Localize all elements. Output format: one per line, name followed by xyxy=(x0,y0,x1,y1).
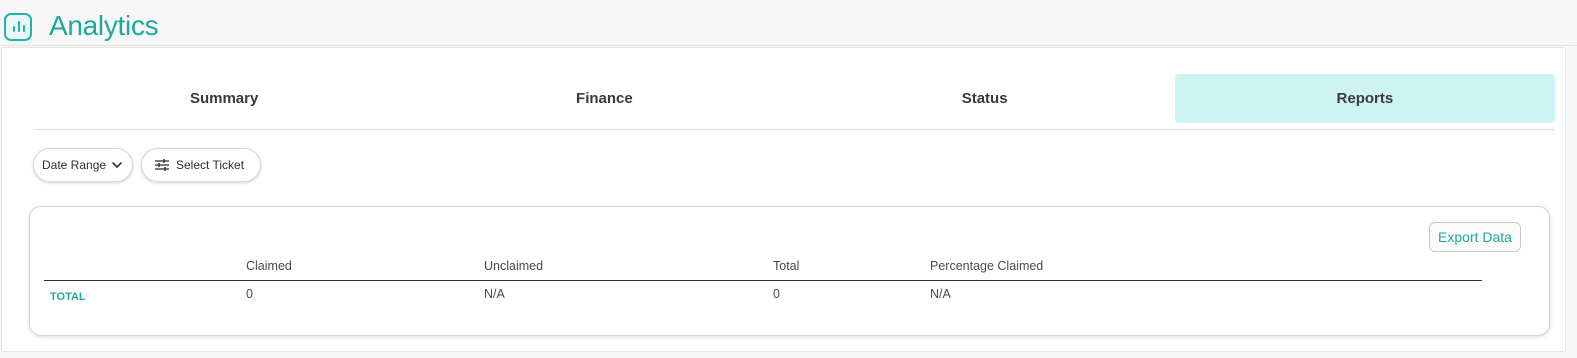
cell-unclaimed: N/A xyxy=(484,287,505,301)
page-title: Analytics xyxy=(49,10,159,41)
page-header: Analytics xyxy=(0,0,1577,46)
cell-total: 0 xyxy=(773,287,780,301)
tab-reports[interactable]: Reports xyxy=(1174,74,1555,123)
date-range-label: Date Range xyxy=(42,158,107,172)
column-header-claimed: Claimed xyxy=(246,259,292,273)
select-ticket-label: Select Ticket xyxy=(176,158,245,172)
export-data-button[interactable]: Export Data xyxy=(1429,222,1521,252)
bar-chart-icon xyxy=(4,13,32,41)
analytics-panel: Summary Finance Status Reports Date Rang… xyxy=(1,47,1566,352)
tab-status[interactable]: Status xyxy=(795,74,1175,123)
tab-summary[interactable]: Summary xyxy=(34,74,414,123)
table-header-divider xyxy=(44,280,1482,281)
tab-bar: Summary Finance Status Reports xyxy=(34,74,1555,130)
chevron-down-icon xyxy=(112,162,122,168)
cell-percentage-claimed: N/A xyxy=(930,287,951,301)
select-ticket-button[interactable]: Select Ticket xyxy=(141,148,261,182)
row-label-total: TOTAL xyxy=(50,291,86,303)
cell-claimed: 0 xyxy=(246,287,253,301)
date-range-dropdown[interactable]: Date Range xyxy=(33,148,133,182)
report-card: Export Data Claimed Unclaimed Total Perc… xyxy=(29,206,1550,336)
column-header-unclaimed: Unclaimed xyxy=(484,259,544,273)
column-header-total: Total xyxy=(773,259,800,273)
column-header-percentage-claimed: Percentage Claimed xyxy=(930,259,1044,273)
sliders-icon xyxy=(155,159,169,171)
tab-finance[interactable]: Finance xyxy=(414,74,794,123)
